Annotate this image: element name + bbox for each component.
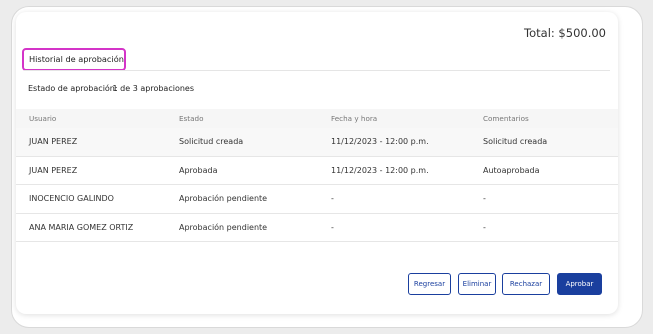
cell-comments: -: [483, 222, 486, 232]
column-header-comments: Comentarios: [483, 114, 529, 123]
cell-user: JUAN PEREZ: [29, 137, 78, 147]
table-row: INOCENCIO GALINDO Aprobación pendiente -…: [16, 185, 618, 214]
cell-datetime: 11/12/2023 - 12:00 p.m.: [331, 165, 429, 175]
reject-button[interactable]: Rechazar: [502, 273, 550, 295]
approval-status-label: Estado de aprobación:: [28, 84, 118, 93]
approval-history-table: Usuario Estado Fecha y hora Comentarios …: [16, 109, 618, 242]
cell-user: JUAN PEREZ: [29, 165, 78, 175]
cell-user: INOCENCIO GALINDO: [29, 194, 114, 204]
column-header-datetime: Fecha y hora: [331, 114, 378, 123]
approval-panel: Total: $500.00 Historial de aprobación E…: [16, 12, 618, 314]
cell-comments: -: [483, 194, 486, 204]
column-header-status: Estado: [179, 114, 204, 123]
cell-comments: Solicitud creada: [483, 137, 548, 147]
cell-user: ANA MARIA GOMEZ ORTIZ: [29, 222, 134, 232]
back-button[interactable]: Regresar: [408, 273, 451, 295]
approval-status-value: 1 de 3 aprobaciones: [112, 84, 194, 93]
table-row: JUAN PEREZ Aprobada 11/12/2023 - 12:00 p…: [16, 157, 618, 185]
table-header: Usuario Estado Fecha y hora Comentarios: [16, 109, 618, 128]
divider: [24, 70, 610, 71]
cell-datetime: -: [331, 194, 334, 204]
action-buttons: Regresar Eliminar Rechazar Aprobar: [408, 273, 618, 295]
table-row: ANA MARIA GOMEZ ORTIZ Aprobación pendien…: [16, 214, 618, 242]
table-row: JUAN PEREZ Solicitud creada 11/12/2023 -…: [16, 128, 618, 157]
approve-button[interactable]: Aprobar: [557, 273, 602, 295]
approval-history-title: Historial de aprobación: [22, 48, 126, 71]
total-amount: Total: $500.00: [524, 26, 606, 40]
cell-datetime: -: [331, 222, 334, 232]
cell-status: Aprobación pendiente: [179, 194, 268, 204]
cell-status: Solicitud creada: [179, 137, 244, 147]
cell-status: Aprobada: [179, 165, 218, 175]
delete-button[interactable]: Eliminar: [458, 273, 496, 295]
approval-status: Estado de aprobación: 1 de 3 aprobacione…: [28, 84, 194, 93]
cell-datetime: 11/12/2023 - 12:00 p.m.: [331, 137, 429, 147]
cell-status: Aprobación pendiente: [179, 222, 268, 232]
column-header-user: Usuario: [29, 114, 57, 123]
cell-comments: Autoaprobada: [483, 165, 540, 175]
